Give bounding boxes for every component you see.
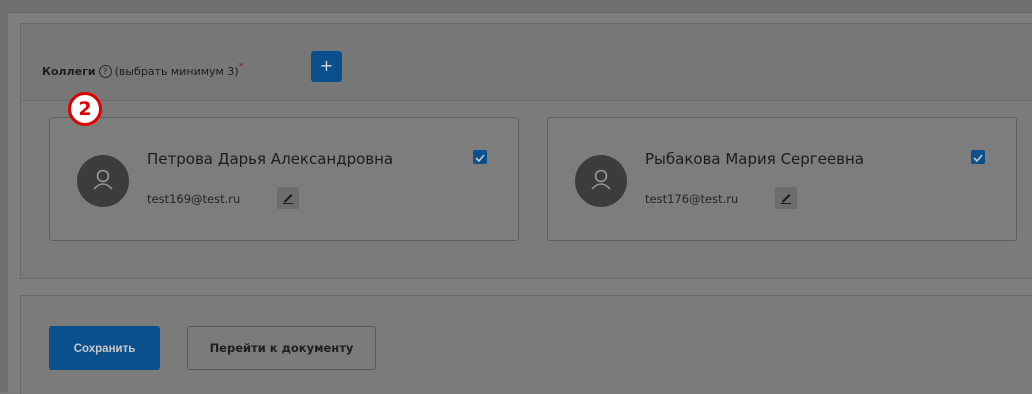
colleagues-title-label: Коллеги: [42, 65, 96, 78]
colleague-name: Рыбакова Мария Сергеевна: [645, 150, 864, 168]
colleague-checkbox[interactable]: [971, 150, 985, 164]
colleagues-title: Коллеги ? (выбрать минимум 3) *: [42, 61, 244, 78]
colleagues-hint: (выбрать минимум 3): [114, 65, 239, 78]
required-mark: *: [238, 61, 244, 72]
go-to-document-button[interactable]: Перейти к документу: [187, 326, 376, 370]
colleague-card: Рыбакова Мария Сергеевна test176@test.ru: [547, 117, 1017, 241]
pencil-icon[interactable]: [775, 187, 797, 209]
colleague-email: test176@test.ru: [645, 192, 739, 206]
colleague-card: Петрова Дарья Александровна test169@test…: [49, 117, 519, 241]
colleagues-panel-header: Коллеги ? (выбрать минимум 3) * +: [21, 24, 1032, 101]
user-avatar-icon: [77, 155, 129, 207]
user-avatar-icon: [575, 155, 627, 207]
add-colleague-button[interactable]: +: [311, 51, 342, 82]
colleague-checkbox[interactable]: [473, 150, 487, 164]
step-number-badge: 2: [68, 92, 102, 126]
form-footer: Сохранить Перейти к документу: [20, 295, 1032, 394]
save-button[interactable]: Сохранить: [49, 326, 160, 370]
colleague-email: test169@test.ru: [147, 192, 241, 206]
question-circle-icon[interactable]: ?: [98, 65, 112, 78]
page: Коллеги ? (выбрать минимум 3) * + Петров…: [8, 12, 1032, 394]
colleague-name: Петрова Дарья Александровна: [147, 150, 394, 168]
colleagues-panel: Коллеги ? (выбрать минимум 3) * + Петров…: [20, 23, 1032, 279]
pencil-icon[interactable]: [277, 187, 299, 209]
